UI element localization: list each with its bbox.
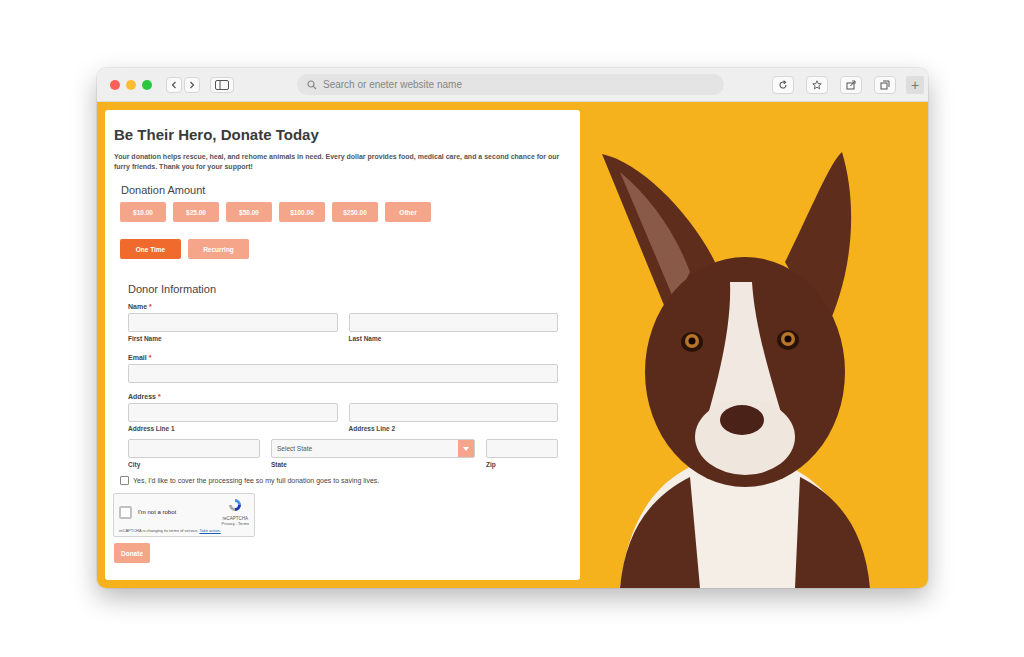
recaptcha-row: I'm not a robotreCAPTCHAPrivacy - Terms — [119, 498, 249, 526]
minimize-icon[interactable] — [126, 80, 136, 90]
required-mark: * — [149, 303, 152, 310]
frequency-options: One Time Recurring — [120, 239, 571, 259]
browser-window: Search or eneter website name + Be Their… — [97, 68, 928, 588]
required-mark: * — [158, 393, 161, 400]
form-description: Your donation helps rescue, heal, and re… — [114, 152, 569, 172]
notice-text: reCAPTCHA is changing its terms of servi… — [119, 528, 198, 533]
reload-icon[interactable] — [772, 76, 794, 94]
email-input[interactable] — [128, 364, 558, 383]
recaptcha-icon — [228, 498, 242, 516]
field-sublabel: First Name — [128, 335, 338, 342]
amount-button[interactable]: $250.00 — [332, 202, 378, 222]
recaptcha-widget: I'm not a robotreCAPTCHAPrivacy - Termsr… — [113, 493, 255, 537]
required-mark: * — [149, 354, 152, 361]
notice-link[interactable]: Take action. — [199, 528, 220, 533]
address-placeholder: Search or eneter website name — [323, 79, 462, 90]
amount-button[interactable]: Other — [385, 202, 431, 222]
zip-input[interactable] — [486, 439, 558, 458]
last-name-input[interactable] — [349, 313, 559, 332]
field-label: Address* — [128, 393, 558, 400]
city-wrap: City — [128, 439, 260, 468]
field-label: Name* — [128, 303, 558, 310]
frequency-button[interactable]: Recurring — [188, 239, 249, 259]
label-text: Email — [128, 354, 147, 361]
email-wrap — [128, 364, 558, 383]
recaptcha-label: I'm not a robot — [138, 509, 222, 515]
recaptcha-checkbox[interactable] — [119, 506, 132, 519]
section-heading: Donor Information — [128, 283, 558, 295]
tabs-icon[interactable] — [874, 76, 896, 94]
title-bar: Search or eneter website name + — [97, 68, 928, 102]
address-line-1-wrap: Address Line 1 — [128, 403, 338, 432]
share-icon[interactable] — [840, 76, 862, 94]
label-text: Name — [128, 303, 147, 310]
recaptcha-notice: reCAPTCHA is changing its terms of servi… — [119, 528, 249, 533]
close-icon[interactable] — [110, 80, 120, 90]
first-name-wrap: First Name — [128, 313, 338, 342]
cover-fee-label: Yes, I'd like to cover the processing fe… — [133, 477, 379, 484]
field-sublabel: Address Line 2 — [349, 425, 559, 432]
frequency-button[interactable]: One Time — [120, 239, 181, 259]
address-line-2-input[interactable] — [349, 403, 559, 422]
recaptcha-links[interactable]: Privacy - Terms — [222, 521, 249, 526]
section-heading: Donation Amount — [121, 184, 571, 196]
cover-fee-checkbox[interactable] — [120, 476, 129, 485]
amount-button[interactable]: $100.00 — [279, 202, 325, 222]
zoom-icon[interactable] — [142, 80, 152, 90]
back-icon[interactable] — [166, 77, 182, 93]
address-group: Address* Address Line 1 Address Line 2 City… — [128, 393, 558, 468]
zip-wrap: Zip — [486, 439, 558, 468]
recaptcha-logo: reCAPTCHAPrivacy - Terms — [222, 498, 249, 526]
field-sublabel: Zip — [486, 461, 558, 468]
amount-button[interactable]: $25.00 — [173, 202, 219, 222]
dropdown-arrow-icon[interactable] — [458, 440, 474, 457]
cover-fee-option[interactable]: Yes, I'd like to cover the processing fe… — [120, 476, 571, 485]
field-label: Email* — [128, 354, 558, 361]
state-placeholder: Select State — [272, 445, 458, 452]
city-row: City Select State State Zip — [128, 439, 558, 468]
amount-options: $10.00 $25.00 $50.00 $100.00 $250.00 Other — [120, 202, 571, 222]
field-sublabel: Last Name — [349, 335, 559, 342]
address-line-2-wrap: Address Line 2 — [349, 403, 559, 432]
address-line-1-input[interactable] — [128, 403, 338, 422]
name-group: Name* First Name Last Name — [128, 303, 558, 342]
state-select[interactable]: Select State — [271, 439, 475, 458]
donor-section: Donor InformationName*First NameLast Nam… — [128, 283, 558, 468]
last-name-wrap: Last Name — [349, 313, 559, 342]
amount-button[interactable]: $50.00 — [226, 202, 272, 222]
dog-photo — [580, 102, 928, 588]
state-wrap: Select State State — [271, 439, 475, 468]
forward-icon[interactable] — [184, 77, 200, 93]
bookmark-star-icon[interactable] — [806, 76, 828, 94]
new-tab-button[interactable]: + — [906, 76, 924, 94]
email-group: Email* — [128, 354, 558, 383]
form-title: Be Their Hero, Donate Today — [114, 126, 571, 143]
field-sublabel: City — [128, 461, 260, 468]
recaptcha-brand: reCAPTCHA — [223, 516, 249, 521]
city-input[interactable] — [128, 439, 260, 458]
first-name-input[interactable] — [128, 313, 338, 332]
donate-button[interactable]: Donate — [114, 543, 150, 563]
field-sublabel: State — [271, 461, 475, 468]
address-row: Address Line 1 Address Line 2 — [128, 403, 558, 432]
label-text: Address — [128, 393, 156, 400]
field-sublabel: Address Line 1 — [128, 425, 338, 432]
donation-form: Be Their Hero, Donate Today Your donation… — [105, 110, 580, 580]
search-icon — [307, 80, 317, 90]
address-bar[interactable]: Search or eneter website name — [297, 74, 724, 95]
sidebar-icon[interactable] — [210, 77, 234, 93]
amount-button[interactable]: $10.00 — [120, 202, 166, 222]
name-row: First Name Last Name — [128, 313, 558, 342]
